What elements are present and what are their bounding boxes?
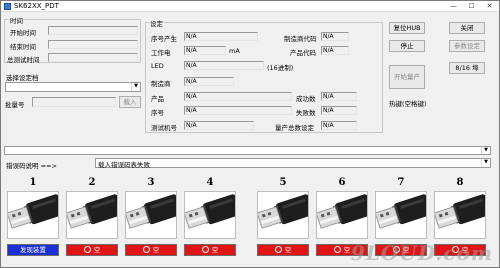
close-window-button[interactable]: ✕ bbox=[483, 1, 496, 11]
success-count-field: N/A bbox=[321, 92, 357, 101]
time-group-label: 时间 bbox=[9, 15, 24, 25]
message-combo[interactable]: ▼ bbox=[4, 146, 491, 155]
manufacturer-field: N/A bbox=[184, 77, 234, 86]
no-entry-icon bbox=[333, 246, 341, 253]
total-setting-label: 量产总数设定 bbox=[275, 124, 314, 132]
slot-status-label: 空 bbox=[152, 246, 160, 254]
usb-drive-icon bbox=[66, 191, 118, 239]
slot-status: 空 bbox=[66, 244, 118, 256]
product-code-label: 产品代码 bbox=[290, 49, 316, 57]
fail-count-field: N/A bbox=[321, 106, 357, 115]
select-device-combo[interactable]: ▼ bbox=[5, 82, 141, 92]
slot-status-label: 发现装置 bbox=[20, 246, 46, 254]
usb-slot-5: 5空 bbox=[257, 174, 314, 267]
slot-status: 发现装置 bbox=[7, 244, 59, 256]
working-current-field: N/A bbox=[184, 46, 226, 55]
vendor-code-field: N/A bbox=[321, 32, 349, 41]
slot-number: 8 bbox=[456, 177, 464, 188]
slot-status-label: 空 bbox=[93, 246, 101, 254]
batch-field[interactable] bbox=[32, 97, 116, 107]
slot-number: 3 bbox=[147, 177, 155, 188]
total-time-label: 总测试时间 bbox=[7, 56, 40, 64]
usb-slot-1: 1 发现装置 bbox=[7, 174, 64, 267]
working-current-unit: mA bbox=[229, 47, 240, 55]
load-button[interactable]: 载入 bbox=[119, 96, 141, 108]
usb-drive-icon bbox=[125, 191, 177, 239]
hotkey-label: 热键(空格键) bbox=[389, 100, 427, 108]
error-desc-value: 载入错误码表失败 bbox=[98, 161, 150, 169]
close-button[interactable]: 关闭 bbox=[449, 22, 485, 34]
window-title: SK62XX_PDT bbox=[14, 2, 59, 10]
slot-number: 2 bbox=[88, 177, 96, 188]
slot-number: 5 bbox=[279, 177, 287, 188]
start-time-label: 开始时间 bbox=[10, 29, 36, 37]
slots-toggle-button[interactable]: 8/16 埠 bbox=[449, 62, 485, 74]
usb-drive-icon bbox=[184, 191, 236, 239]
title-bar: SK62XX_PDT — ☐ ✕ bbox=[1, 1, 499, 12]
serial-prefix-label: 序号产生 bbox=[151, 35, 177, 43]
slot-number: 1 bbox=[29, 177, 37, 188]
product-field: N/A bbox=[184, 92, 292, 101]
usb-drive-icon bbox=[434, 191, 486, 239]
product-label: 产品 bbox=[151, 95, 164, 103]
slot-status: 空 bbox=[125, 244, 177, 256]
slot-number: 6 bbox=[338, 177, 346, 188]
error-desc-combo[interactable]: 载入错误码表失败 ▼ bbox=[95, 158, 491, 169]
no-entry-icon bbox=[201, 246, 209, 253]
usb-drive-icon bbox=[316, 191, 368, 239]
error-desc-label: 错误码说明 ==> bbox=[6, 162, 57, 170]
slot-status-label: 空 bbox=[211, 246, 219, 254]
watermark: 9LOUD.com bbox=[350, 241, 493, 265]
total-setting-field: N/A bbox=[321, 121, 357, 130]
minimize-button[interactable]: — bbox=[447, 1, 460, 11]
slot-status-label: 空 bbox=[343, 246, 351, 254]
usb-slot-2: 2空 bbox=[66, 174, 123, 267]
serial-field: N/A bbox=[184, 106, 292, 115]
manufacturer-label: 制造商 bbox=[151, 80, 171, 88]
total-time-field bbox=[48, 53, 138, 62]
usb-drive-icon bbox=[257, 191, 309, 239]
reset-hub-button[interactable]: 复位HUB bbox=[389, 22, 425, 34]
usb-slot-3: 3空 bbox=[125, 174, 182, 267]
chevron-down-icon[interactable]: ▼ bbox=[131, 83, 140, 91]
slot-number: 4 bbox=[206, 177, 214, 188]
batch-label: 批量号 bbox=[5, 101, 25, 109]
working-current-label: 工作电 bbox=[151, 49, 171, 57]
chevron-down-icon[interactable]: ▼ bbox=[481, 147, 490, 154]
usb-drive-icon bbox=[375, 191, 427, 239]
stop-button[interactable]: 停止 bbox=[389, 40, 425, 52]
main-window: SK62XX_PDT — ☐ ✕ 时间 开始时间 结束时间 总测试时间 选择设定… bbox=[0, 0, 500, 268]
test-machine-label: 测试机号 bbox=[151, 124, 177, 132]
slot-status: 空 bbox=[257, 244, 309, 256]
slot-number: 7 bbox=[397, 177, 405, 188]
serial-label: 序号 bbox=[151, 109, 164, 117]
end-time-label: 结束时间 bbox=[10, 43, 36, 51]
success-count-label: 成功数 bbox=[296, 95, 316, 103]
settings-group-label: 设定 bbox=[149, 18, 164, 28]
serial-prefix-field: N/A bbox=[184, 32, 258, 41]
vendor-code-label: 制造商代码 bbox=[284, 35, 317, 43]
start-production-button[interactable]: 开始量产 bbox=[389, 65, 425, 89]
test-machine-field: N/A bbox=[184, 121, 254, 130]
no-entry-icon bbox=[83, 246, 91, 253]
app-icon bbox=[4, 3, 11, 10]
slot-status: 空 bbox=[184, 244, 236, 256]
usb-drive-icon bbox=[7, 191, 59, 239]
chevron-down-icon[interactable]: ▼ bbox=[481, 159, 490, 167]
param-settings-button[interactable]: 参数设定 bbox=[449, 40, 485, 52]
select-device-label: 选择设定档 bbox=[6, 74, 39, 82]
led-note: (16进制) bbox=[267, 64, 294, 72]
end-time-field bbox=[48, 40, 138, 49]
slot-status-label: 空 bbox=[284, 246, 292, 254]
no-entry-icon bbox=[142, 246, 150, 253]
product-code-field: N/A bbox=[321, 46, 349, 55]
no-entry-icon bbox=[274, 246, 282, 253]
usb-slot-4: 4空 bbox=[184, 174, 241, 267]
led-label: LED bbox=[151, 62, 164, 70]
start-time-field bbox=[48, 26, 138, 35]
led-field: N/A bbox=[184, 61, 264, 70]
maximize-button[interactable]: ☐ bbox=[465, 1, 478, 11]
fail-count-label: 失败数 bbox=[296, 109, 316, 117]
